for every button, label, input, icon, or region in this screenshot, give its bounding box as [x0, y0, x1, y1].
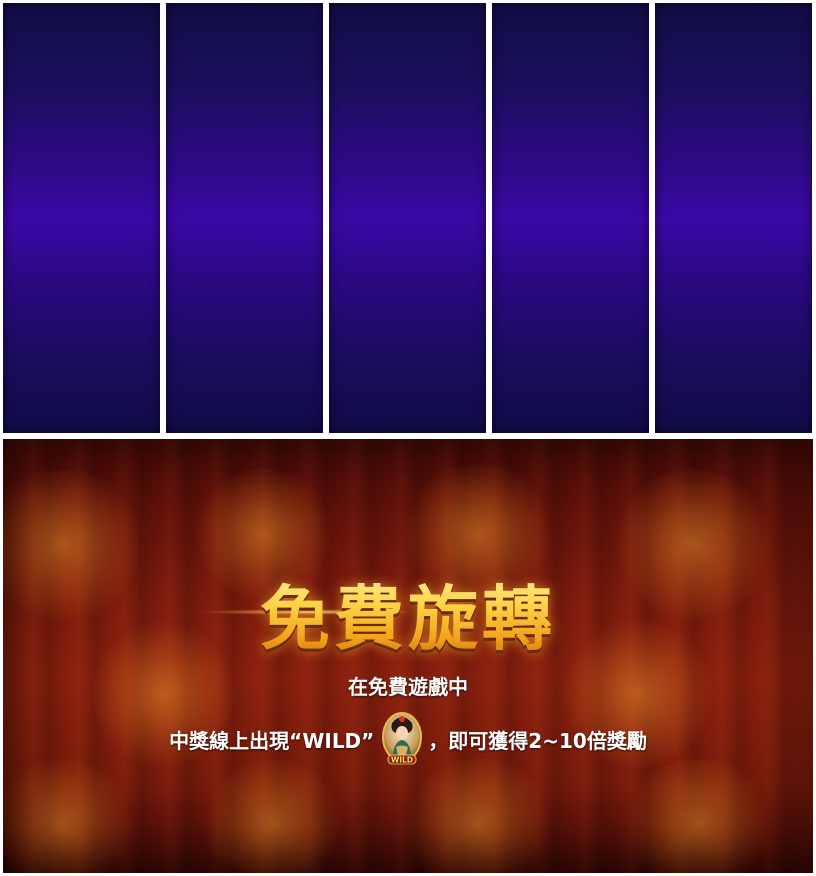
reel-2 [166, 3, 323, 433]
wild-text-prefix: 中獎線上出現“WILD” [169, 728, 375, 753]
wild-lady-icon: WILD [378, 711, 426, 767]
free-game-intro-text: 在免費遊戲中 [348, 675, 468, 699]
reels-area [0, 0, 816, 436]
reel-3 [329, 3, 486, 433]
wild-text-suffix: ，即可獲得2~10倍獎勵 [428, 728, 647, 753]
reel-5 [655, 3, 812, 433]
reel-4 [492, 3, 649, 433]
bokeh-light [623, 759, 773, 873]
bokeh-light [403, 759, 553, 873]
reel-1 [3, 3, 160, 433]
bokeh-light [203, 759, 343, 873]
free-spins-title: 免費旋轉 [3, 563, 813, 664]
bokeh-light [3, 759, 133, 873]
free-spins-panel: 免費旋轉 在免費遊戲中 中獎線上出現“WILD” WILD ，即可獲得2~10倍… [3, 439, 813, 873]
wild-symbol-label: WILD [391, 756, 413, 765]
wild-multiplier-text: 中獎線上出現“WILD” WILD ，即可獲得2~10倍獎勵 [3, 711, 813, 767]
